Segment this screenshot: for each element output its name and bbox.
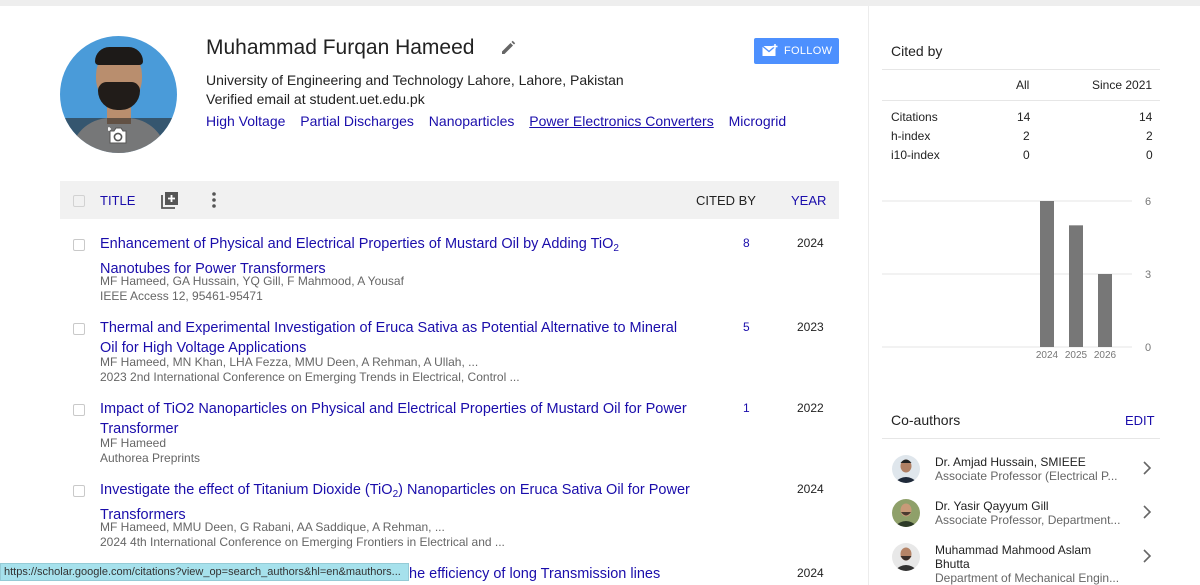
edit-coauthors-link[interactable]: EDIT <box>1125 413 1155 428</box>
column-divider <box>868 6 869 585</box>
avatar-beard <box>98 82 140 110</box>
article-title-link[interactable]: Impact of TiO2 Nanoparticles on Physical… <box>100 399 690 439</box>
follow-label: FOLLOW <box>784 45 833 57</box>
change-photo-camera-icon[interactable] <box>108 126 128 144</box>
coauthor-avatar <box>892 455 920 483</box>
profile-name: Muhammad Furqan Hameed <box>206 36 475 59</box>
chart-x-tick-label: 2025 <box>1065 350 1088 361</box>
interest-link-partial-discharges[interactable]: Partial Discharges <box>300 113 414 129</box>
coauthor-item[interactable]: Dr. Amjad Hussain, SMIEEE Associate Prof… <box>890 455 1160 495</box>
sort-by-title[interactable]: TITLE <box>100 193 135 208</box>
chevron-right-icon <box>1143 549 1152 563</box>
article-row: Enhancement of Physical and Electrical P… <box>60 234 839 304</box>
article-authors: MF Hameed, MMU Deen, G Rabani, AA Saddiq… <box>100 520 445 534</box>
coauthor-name: Dr. Amjad Hussain, SMIEEE <box>935 455 1086 469</box>
chart-bar <box>1098 274 1112 347</box>
article-year: 2024 <box>797 236 824 250</box>
research-interests: High Voltage Partial Discharges Nanopart… <box>206 113 797 129</box>
coauthor-affiliation: Department of Mechanical Engin... <box>935 571 1120 585</box>
cited-col-all: All <box>1016 78 1030 92</box>
profile-affiliation: University of Engineering and Technology… <box>206 72 624 88</box>
stat-since-i10-index: 0 <box>1146 148 1153 162</box>
article-title-link[interactable]: Investigate the effect of Titanium Dioxi… <box>100 480 690 525</box>
article-authors: MF Hameed, MN Khan, LHA Fezza, MMU Deen,… <box>100 355 479 369</box>
article-cited-count[interactable]: 8 <box>743 236 750 250</box>
interest-link-power-electronics[interactable]: Power Electronics Converters <box>529 113 713 129</box>
articles-table-header: TITLE CITED BY YEAR <box>60 181 839 219</box>
chart-x-tick-label: 2026 <box>1094 350 1117 361</box>
article-cited-count[interactable]: 1 <box>743 401 750 415</box>
more-options-icon[interactable] <box>210 191 218 209</box>
interest-link-nanoparticles[interactable]: Nanoparticles <box>429 113 515 129</box>
chart-bar <box>1069 225 1083 347</box>
article-checkbox[interactable] <box>73 485 85 497</box>
top-bar <box>0 0 1200 6</box>
article-cited-count[interactable]: 5 <box>743 320 750 334</box>
interest-link-microgrid[interactable]: Microgrid <box>729 113 787 129</box>
cited-header-divider <box>882 100 1160 101</box>
article-venue: Authorea Preprints <box>100 451 201 465</box>
article-row: Investigate the effect of Titanium Dioxi… <box>60 480 839 550</box>
stat-since-h-index: 2 <box>1146 129 1153 143</box>
coauthor-affiliation: Associate Professor, Department... <box>935 513 1121 527</box>
cited-by-divider <box>882 69 1160 70</box>
article-title-link[interactable]: Enhancement of Physical and Electrical P… <box>100 234 690 279</box>
coauthor-item[interactable]: Muhammad Mahmood Aslam Bhutta Department… <box>890 543 1160 585</box>
article-checkbox[interactable] <box>73 323 85 335</box>
browser-status-url: https://scholar.google.com/citations?vie… <box>0 563 409 581</box>
chart-y-tick-label: 6 <box>1145 196 1151 208</box>
coauthor-name: Dr. Yasir Qayyum Gill <box>935 499 1049 513</box>
article-row: Impact of TiO2 Nanoparticles on Physical… <box>60 399 839 465</box>
avatar-hair <box>95 47 143 65</box>
profile-email: Verified email at student.uet.edu.pk <box>206 91 425 107</box>
stat-label-h-index: h-index <box>891 129 931 143</box>
coauthor-affiliation: Associate Professor (Electrical P... <box>935 469 1118 483</box>
edit-pencil-icon[interactable] <box>500 40 516 56</box>
cited-by-title: Cited by <box>891 43 943 59</box>
article-checkbox[interactable] <box>73 239 85 251</box>
article-checkbox[interactable] <box>73 404 85 416</box>
article-venue: 2024 4th International Conference on Eme… <box>100 535 505 549</box>
stat-since-citations: 14 <box>1139 110 1153 124</box>
chart-y-tick-label: 3 <box>1145 269 1151 281</box>
cited-by-header: CITED BY <box>696 193 756 208</box>
article-authors: MF Hameed <box>100 436 167 450</box>
article-year: 2024 <box>797 566 824 580</box>
coauthor-avatar <box>892 543 920 571</box>
coauthor-item[interactable]: Dr. Yasir Qayyum Gill Associate Professo… <box>890 499 1160 539</box>
stat-all-h-index: 2 <box>1023 129 1030 143</box>
article-year: 2022 <box>797 401 824 415</box>
chevron-right-icon <box>1143 461 1152 475</box>
select-all-checkbox[interactable] <box>73 195 85 207</box>
article-year: 2024 <box>797 482 824 496</box>
chart-bar <box>1040 201 1054 347</box>
article-title-link[interactable]: Thermal and Experimental Investigation o… <box>100 318 690 358</box>
cited-col-since: Since 2021 <box>1092 78 1153 92</box>
article-venue: IEEE Access 12, 95461-95471 <box>100 289 263 303</box>
article-authors: MF Hameed, GA Hussain, YQ Gill, F Mahmoo… <box>100 274 404 288</box>
follow-button[interactable]: FOLLOW <box>754 38 839 64</box>
chevron-right-icon <box>1143 505 1152 519</box>
stat-label-citations: Citations <box>891 110 938 124</box>
add-article-icon[interactable] <box>161 191 179 209</box>
article-title-link[interactable]: he efficiency of long Transmission lines <box>409 564 709 584</box>
chart-y-tick-label: 0 <box>1145 342 1151 354</box>
article-row: Thermal and Experimental Investigation o… <box>60 318 839 386</box>
article-year: 2023 <box>797 320 824 334</box>
coauthors-title: Co-authors <box>891 412 961 428</box>
stat-all-citations: 14 <box>1017 110 1031 124</box>
stat-label-i10-index: i10-index <box>891 148 940 162</box>
article-venue: 2023 2nd International Conference on Eme… <box>100 370 520 384</box>
interest-link-high-voltage[interactable]: High Voltage <box>206 113 285 129</box>
citations-per-year-chart: 0 3 6 2024 2025 2026 <box>882 196 1151 361</box>
chart-x-tick-label: 2024 <box>1036 350 1059 361</box>
sort-by-year[interactable]: YEAR <box>791 193 826 208</box>
stat-all-i10-index: 0 <box>1023 148 1030 162</box>
coauthor-avatar <box>892 499 920 527</box>
coauthors-divider <box>882 438 1160 439</box>
coauthor-name: Muhammad Mahmood Aslam Bhutta <box>935 543 1092 571</box>
mail-plus-icon <box>762 44 778 56</box>
